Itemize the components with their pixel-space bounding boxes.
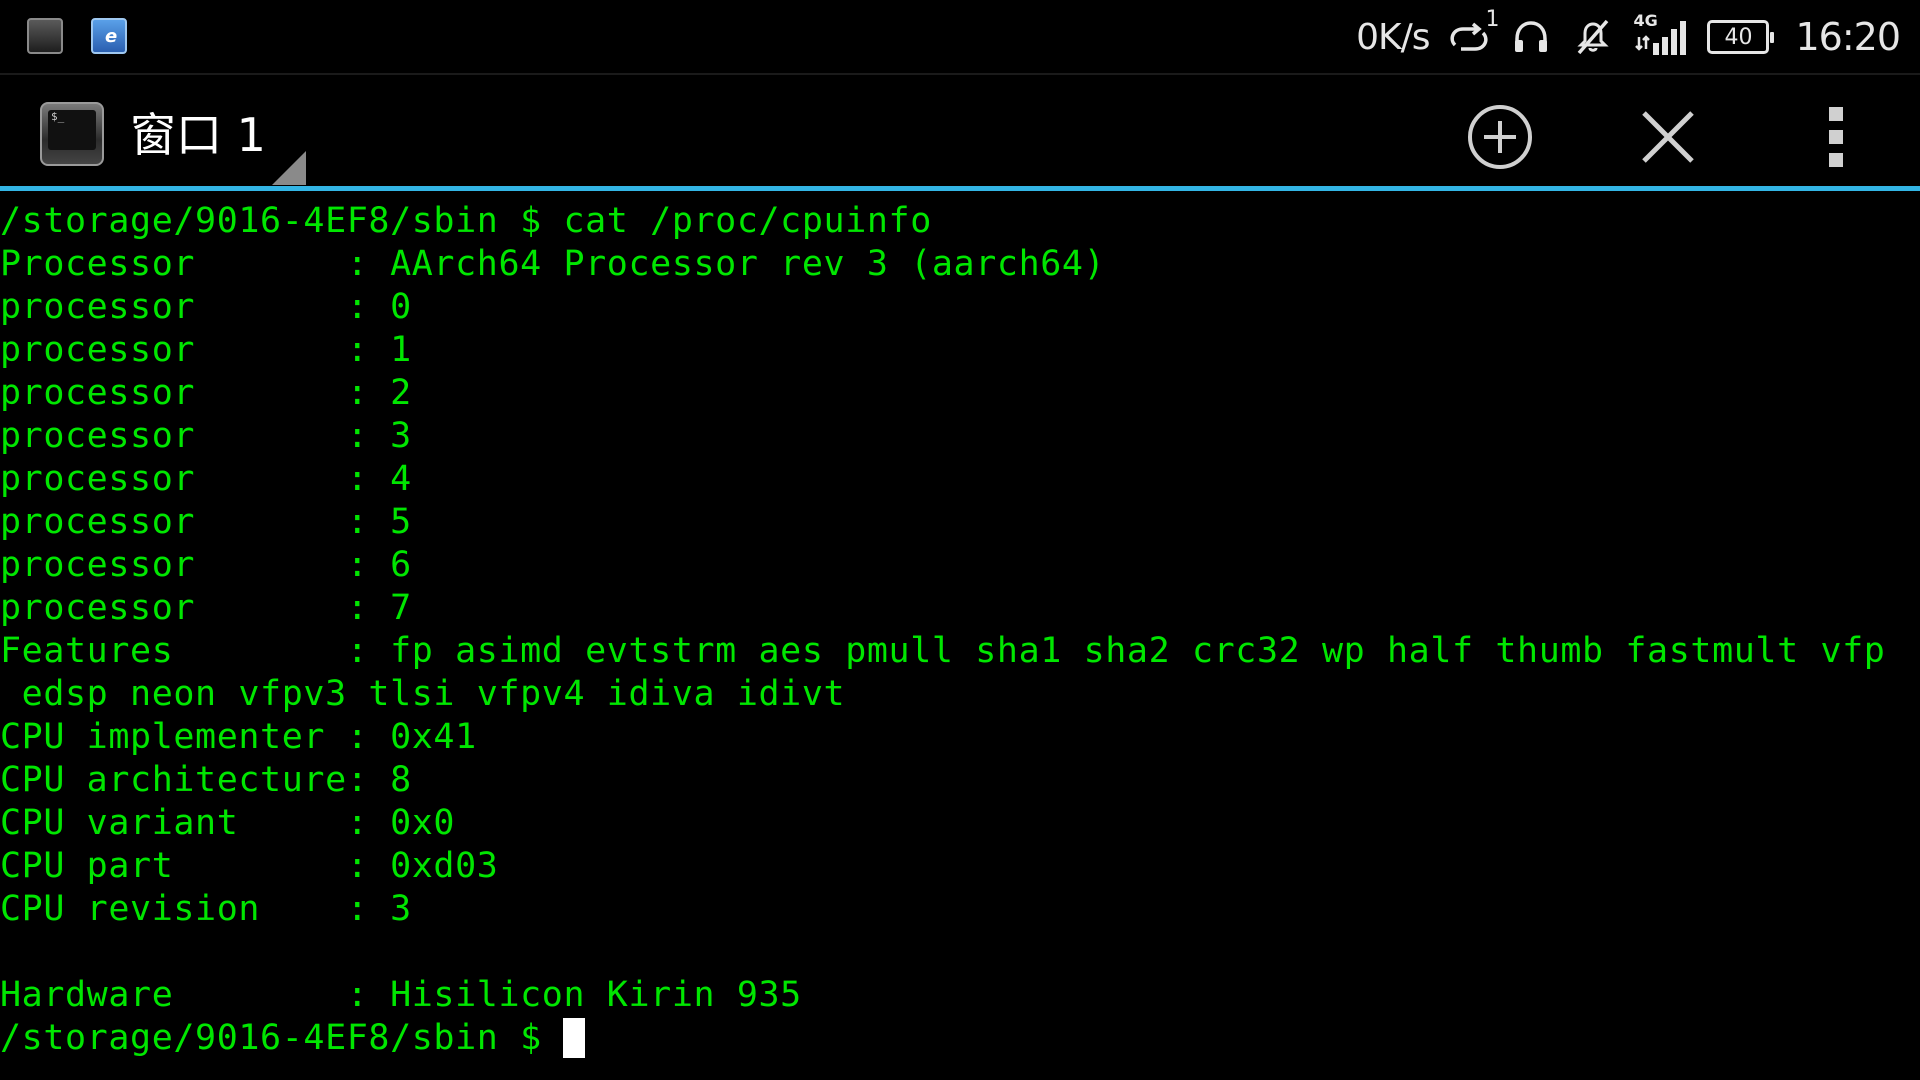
close-window-button[interactable] <box>1628 97 1708 177</box>
terminal-line: Processor : AArch64 Processor rev 3 (aar… <box>0 244 1106 284</box>
terminal-line: edsp neon vfpv3 tlsi vfpv4 idiva idivt <box>0 674 846 714</box>
terminal-line: processor : 1 <box>0 330 412 370</box>
terminal-line: CPU part : 0xd03 <box>0 846 499 886</box>
mute-icon <box>1571 15 1615 59</box>
terminal-line: Features : fp asimd evtstrm aes pmull sh… <box>0 631 1886 671</box>
network-type-label: 4G <box>1633 11 1658 30</box>
browser-notification-icon <box>91 18 127 54</box>
clock: 16:20 <box>1795 15 1901 59</box>
overflow-menu-button[interactable] <box>1796 97 1876 177</box>
terminal-line: processor : 3 <box>0 416 412 456</box>
window-title: 窗口 1 <box>130 108 266 162</box>
terminal-notification-icon <box>27 18 63 54</box>
terminal-line: Hardware : Hisilicon Kirin 935 <box>0 975 802 1015</box>
terminal-line: processor : 6 <box>0 545 412 585</box>
terminal-prompt: /storage/9016-4EF8/sbin $ <box>0 1018 564 1058</box>
action-bar-divider <box>0 186 1920 191</box>
terminal-line: processor : 4 <box>0 459 412 499</box>
terminal-line: CPU variant : 0x0 <box>0 803 456 843</box>
close-icon <box>1642 111 1694 163</box>
battery-icon: 40 <box>1707 20 1775 54</box>
system-status-icons: 0K/s 1 4G 40 16:20 <box>1356 7 1901 64</box>
data-roaming-icon: 1 <box>1447 7 1499 59</box>
sim-badge: 1 <box>1485 7 1500 32</box>
terminal-prompt-line[interactable]: /storage/9016-4EF8/sbin $ <box>0 1017 1920 1060</box>
more-vert-icon <box>1829 107 1843 167</box>
terminal-line: CPU revision : 3 <box>0 889 412 929</box>
terminal-app-icon[interactable] <box>40 102 104 166</box>
terminal-line: processor : 7 <box>0 588 412 628</box>
plus-circle-icon <box>1468 105 1532 169</box>
terminal-line: processor : 2 <box>0 373 412 413</box>
terminal-line: processor : 0 <box>0 287 412 327</box>
dropdown-corner-icon <box>271 151 306 185</box>
terminal-view[interactable]: /storage/9016-4EF8/sbin $ cat /proc/cpui… <box>0 200 1920 1080</box>
new-window-button[interactable] <box>1460 97 1540 177</box>
signal-icon: 4G <box>1633 11 1689 59</box>
action-bar: 窗口 1 <box>0 73 1920 188</box>
status-bar: 0K/s 1 4G <box>0 0 1920 73</box>
network-speed: 0K/s <box>1356 16 1430 58</box>
terminal-line: CPU architecture: 8 <box>0 760 412 800</box>
terminal-line: CPU implementer : 0x41 <box>0 717 477 757</box>
terminal-line: /storage/9016-4EF8/sbin $ cat /proc/cpui… <box>0 201 932 241</box>
terminal-line: processor : 5 <box>0 502 412 542</box>
headphones-icon <box>1509 15 1553 59</box>
notification-icons <box>27 18 127 54</box>
text-cursor <box>563 1018 586 1058</box>
window-selector[interactable]: 窗口 1 <box>130 95 306 185</box>
